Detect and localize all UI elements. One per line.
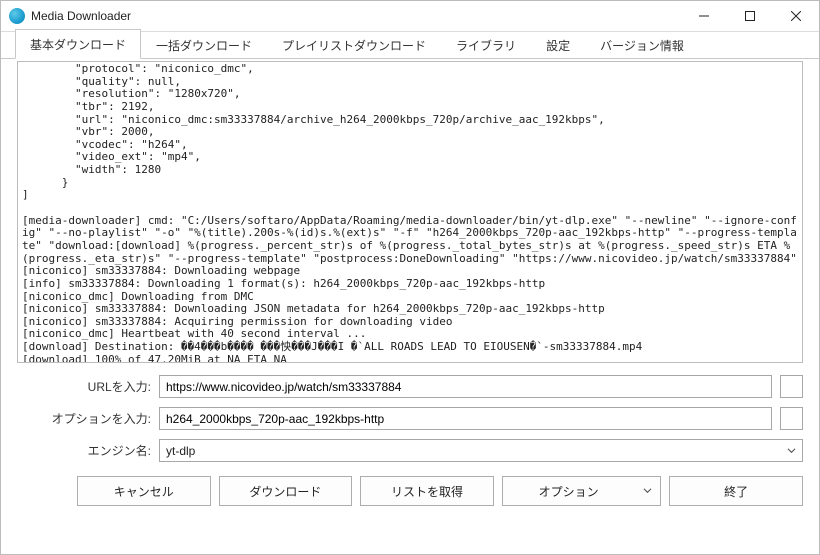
button-label: ダウンロード <box>249 483 321 500</box>
minimize-button[interactable] <box>681 1 727 32</box>
get-list-button[interactable]: リストを取得 <box>360 476 494 506</box>
engine-row: エンジン名: yt-dlp <box>17 439 803 462</box>
input-form: URLを入力: オプションを入力: エンジン名: yt-dlp <box>17 375 803 462</box>
content-area: "protocol": "niconico_dmc", "quality": n… <box>1 59 819 554</box>
options-label: オプションを入力: <box>17 410 159 427</box>
tab-label: バージョン情報 <box>600 39 684 53</box>
tab-version-info[interactable]: バージョン情報 <box>585 30 699 59</box>
close-button[interactable] <box>773 1 819 32</box>
app-window: Media Downloader 基本ダウンロード 一括ダウンロード プレイリス… <box>0 0 820 555</box>
options-button[interactable]: オプション <box>502 476 662 506</box>
tab-label: 設定 <box>546 39 570 53</box>
url-aux-button[interactable] <box>780 375 803 398</box>
tab-settings[interactable]: 設定 <box>531 30 585 59</box>
url-row: URLを入力: <box>17 375 803 398</box>
button-label: キャンセル <box>114 483 174 500</box>
window-title: Media Downloader <box>31 9 131 23</box>
engine-select[interactable]: yt-dlp <box>159 439 803 462</box>
app-icon <box>9 8 25 24</box>
engine-label: エンジン名: <box>17 442 159 459</box>
tab-basic-download[interactable]: 基本ダウンロード <box>15 29 141 59</box>
tab-label: 一括ダウンロード <box>156 39 252 53</box>
tab-library[interactable]: ライブラリ <box>441 30 531 59</box>
button-label: 終了 <box>724 483 748 500</box>
options-input[interactable] <box>159 407 772 430</box>
tab-label: 基本ダウンロード <box>30 38 126 52</box>
button-row: キャンセル ダウンロード リストを取得 オプション 終了 <box>17 476 803 506</box>
button-label: オプション <box>539 483 599 500</box>
tab-bar: 基本ダウンロード 一括ダウンロード プレイリストダウンロード ライブラリ 設定 … <box>1 32 819 59</box>
url-input[interactable] <box>159 375 772 398</box>
cancel-button[interactable]: キャンセル <box>77 476 211 506</box>
log-output[interactable]: "protocol": "niconico_dmc", "quality": n… <box>17 61 803 363</box>
chevron-down-icon <box>643 484 652 498</box>
options-aux-button[interactable] <box>780 407 803 430</box>
engine-value: yt-dlp <box>166 444 195 458</box>
close-icon <box>791 11 801 21</box>
minimize-icon <box>699 11 709 21</box>
chevron-down-icon <box>787 444 796 458</box>
options-row: オプションを入力: <box>17 407 803 430</box>
tab-label: プレイリストダウンロード <box>282 39 426 53</box>
titlebar: Media Downloader <box>1 1 819 32</box>
button-label: リストを取得 <box>391 483 463 500</box>
url-label: URLを入力: <box>17 378 159 395</box>
tab-batch-download[interactable]: 一括ダウンロード <box>141 30 267 59</box>
tab-playlist-download[interactable]: プレイリストダウンロード <box>267 30 441 59</box>
maximize-button[interactable] <box>727 1 773 32</box>
maximize-icon <box>745 11 755 21</box>
download-button[interactable]: ダウンロード <box>219 476 353 506</box>
tab-label: ライブラリ <box>456 39 516 53</box>
exit-button[interactable]: 終了 <box>669 476 803 506</box>
